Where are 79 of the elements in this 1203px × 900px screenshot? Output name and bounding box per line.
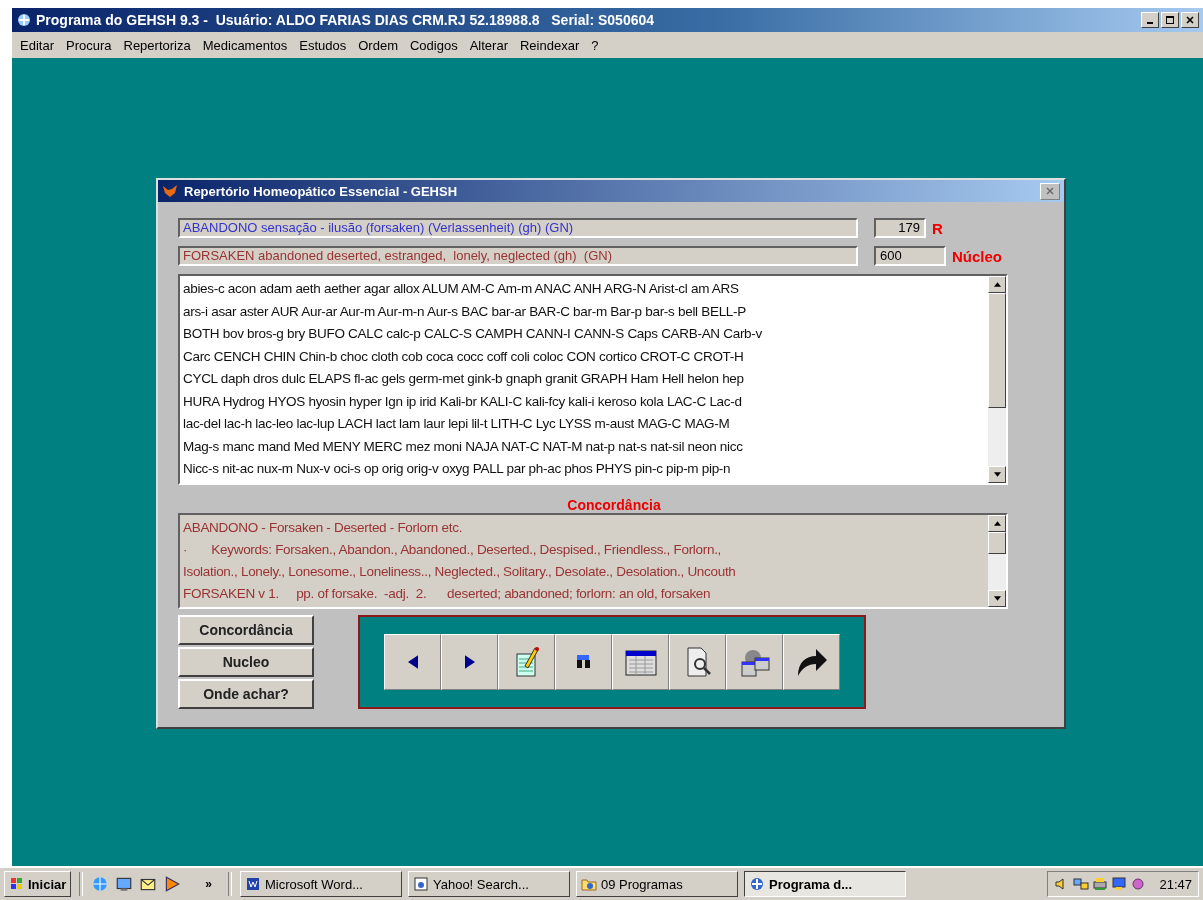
rubric-field[interactable]: ABANDONO sensação - ilusão (forsaken) (Verlassenheit) (gh) (GN) <box>178 218 858 238</box>
left-triangle-icon <box>407 654 418 669</box>
window-title: Programa do GEHSH 9.3 - Usuário: ALDO FARIAS DIAS CRM.RJ 52.18988.8 Serial: S050604 <box>36 12 656 28</box>
remedy-line: Carc CENCH CHIN Chin-b choc cloth cob coca cocc coff coli coloc CON cortico CROT-C CROT-H <box>183 347 745 366</box>
concordance-line: ABANDONO - Forsaken - Deserted - Forlorn etc. <box>183 518 464 537</box>
fox-icon <box>162 183 178 199</box>
taskbar-button[interactable]: Yahoo! Search... <box>408 871 570 897</box>
concordance-line: · Keywords: Forsaken., Abandon., Abandoned., Deserted., Despised., Friendless., Forlorn., <box>183 540 723 559</box>
menu-item[interactable]: Codigos <box>409 37 458 53</box>
menu-item[interactable]: Editar <box>20 37 54 53</box>
right-triangle-icon <box>464 654 475 669</box>
preview-button[interactable] <box>669 633 726 690</box>
scroll-thumb[interactable] <box>988 293 1006 408</box>
side-button[interactable]: Nucleo <box>178 646 314 677</box>
previous-button[interactable] <box>384 633 441 690</box>
concordance-line: FORSAKEN v 1. pp. of forsake. -adj. 2. deserted; abandoned; forlorn: an old, forsaken <box>183 584 712 603</box>
table-button[interactable] <box>612 633 669 690</box>
close-icon <box>1045 186 1055 196</box>
search-button[interactable] <box>555 633 612 690</box>
taskbar-button[interactable]: Programa d... <box>744 871 906 897</box>
browser-window-icon <box>413 876 429 892</box>
remedy-line: CYCL daph dros dulc ELAPS fl-ac gels germ-met gink-b gnaph granit GRAPH Ham Hell helon hep <box>183 370 745 388</box>
rubric-field[interactable]: FORSAKEN abandoned deserted, estranged, lonely, neglected (gh) (GN) <box>178 246 858 266</box>
remedy-line: lac-del lac-h lac-leo lac-lup LACH lact lam laur lepi lil-t LITH-C Lyc LYSS m-aust MAG-C MAG-M <box>183 415 731 433</box>
concordance-line: Isolation., Lonely., Lonesome., Loneliness.., Neglected., Solitary., Desolate., Desolation., Uncouth <box>183 562 737 581</box>
menu-item[interactable]: Reindexar <box>519 37 580 53</box>
count-field[interactable]: 179 <box>874 218 926 238</box>
remedy-line: BOTH bov bros-g bry BUFO CALC calc-p CALC-S CAMPH CANN-I CANN-S Caps CARB-AN Carb-v <box>183 325 763 343</box>
field-label: Núcleo <box>952 247 1002 265</box>
count-field[interactable]: 600 <box>874 246 946 266</box>
more-chevron[interactable]: » <box>205 877 212 891</box>
remedy-line: abies-c acon adam aeth aether agar allox ALUM AM-C Am-m ANAC ANH ARG-N Arist-cl am ARS <box>183 280 740 298</box>
menu-item[interactable]: Repertoriza <box>123 37 191 53</box>
clock: 21:47 <box>1159 876 1192 892</box>
menu-item[interactable]: ? <box>591 37 599 53</box>
desktop-icon[interactable] <box>115 875 134 893</box>
close-button[interactable] <box>1181 12 1199 28</box>
forward-button[interactable] <box>783 633 840 690</box>
side-button[interactable]: Onde achar? <box>178 678 314 709</box>
dialog-title: Repertório Homeopático Essencial - GEHSH <box>184 183 459 199</box>
menu-item[interactable]: Alterar <box>469 37 508 53</box>
down-arrow-icon[interactable] <box>993 595 1001 601</box>
scrollbar[interactable] <box>988 276 1006 483</box>
side-button[interactable]: Concordância <box>178 614 314 645</box>
document-w-icon <box>245 876 261 892</box>
edit-button[interactable] <box>498 633 555 690</box>
windows-button[interactable] <box>726 633 783 690</box>
monitor-icon[interactable] <box>1111 876 1128 892</box>
up-arrow-icon[interactable] <box>993 520 1001 526</box>
menu-item[interactable]: Procura <box>65 37 112 53</box>
menu-item[interactable]: Medicamentos <box>202 37 288 53</box>
app-icon <box>16 12 32 28</box>
menu-item[interactable]: Estudos <box>299 37 347 53</box>
remedy-line: Nicc-s nit-ac nux-m Nux-v oci-s op orig orig-v oxyg PALL par ph-ac phos PHYS pin-c pip-m pip-n <box>183 460 732 478</box>
next-button[interactable] <box>441 633 498 690</box>
maximize-icon <box>1165 15 1175 25</box>
app-icon <box>749 876 765 892</box>
play-icon[interactable] <box>163 875 182 893</box>
scroll-thumb[interactable] <box>988 531 1006 554</box>
folder-icon <box>581 876 597 892</box>
printer-icon[interactable] <box>1092 876 1109 892</box>
start-button[interactable]: Iniciar <box>4 871 72 897</box>
network-icon[interactable] <box>1073 876 1090 892</box>
remedy-line: Mag-s manc mand Med MENY MERC mez moni NAJA NAT-C NAT-M nat-p nat-s nat-sil neon nicc <box>183 437 744 456</box>
taskbar-button[interactable]: Microsoft Word... <box>240 871 402 897</box>
scrollbar[interactable] <box>988 514 1006 607</box>
menu-item[interactable]: Ordem <box>358 37 398 53</box>
minimize-icon <box>1147 22 1153 24</box>
taskbar-button[interactable]: 09 Programas <box>576 871 738 897</box>
remedy-line: ars-i asar aster AUR Aur-ar Aur-m Aur-m-n Aur-s BAC bar-ar BAR-C bar-m Bar-p bar-s bell BELL-P <box>183 302 747 321</box>
maximize-button[interactable] <box>1161 12 1179 28</box>
field-label: R <box>932 219 943 237</box>
up-arrow-icon[interactable] <box>993 282 1001 287</box>
close-icon <box>1185 15 1195 25</box>
down-arrow-icon[interactable] <box>993 471 1001 477</box>
minimize-button[interactable] <box>1141 12 1159 28</box>
section-title: Concordância <box>566 496 662 513</box>
windows-flag-icon <box>9 876 25 892</box>
remedy-line: HURA Hydrog HYOS hyosin hyper Ign ip irid Kali-br KALI-C kali-fcy kali-i keroso kola LAC-C Lac-d <box>183 392 743 411</box>
